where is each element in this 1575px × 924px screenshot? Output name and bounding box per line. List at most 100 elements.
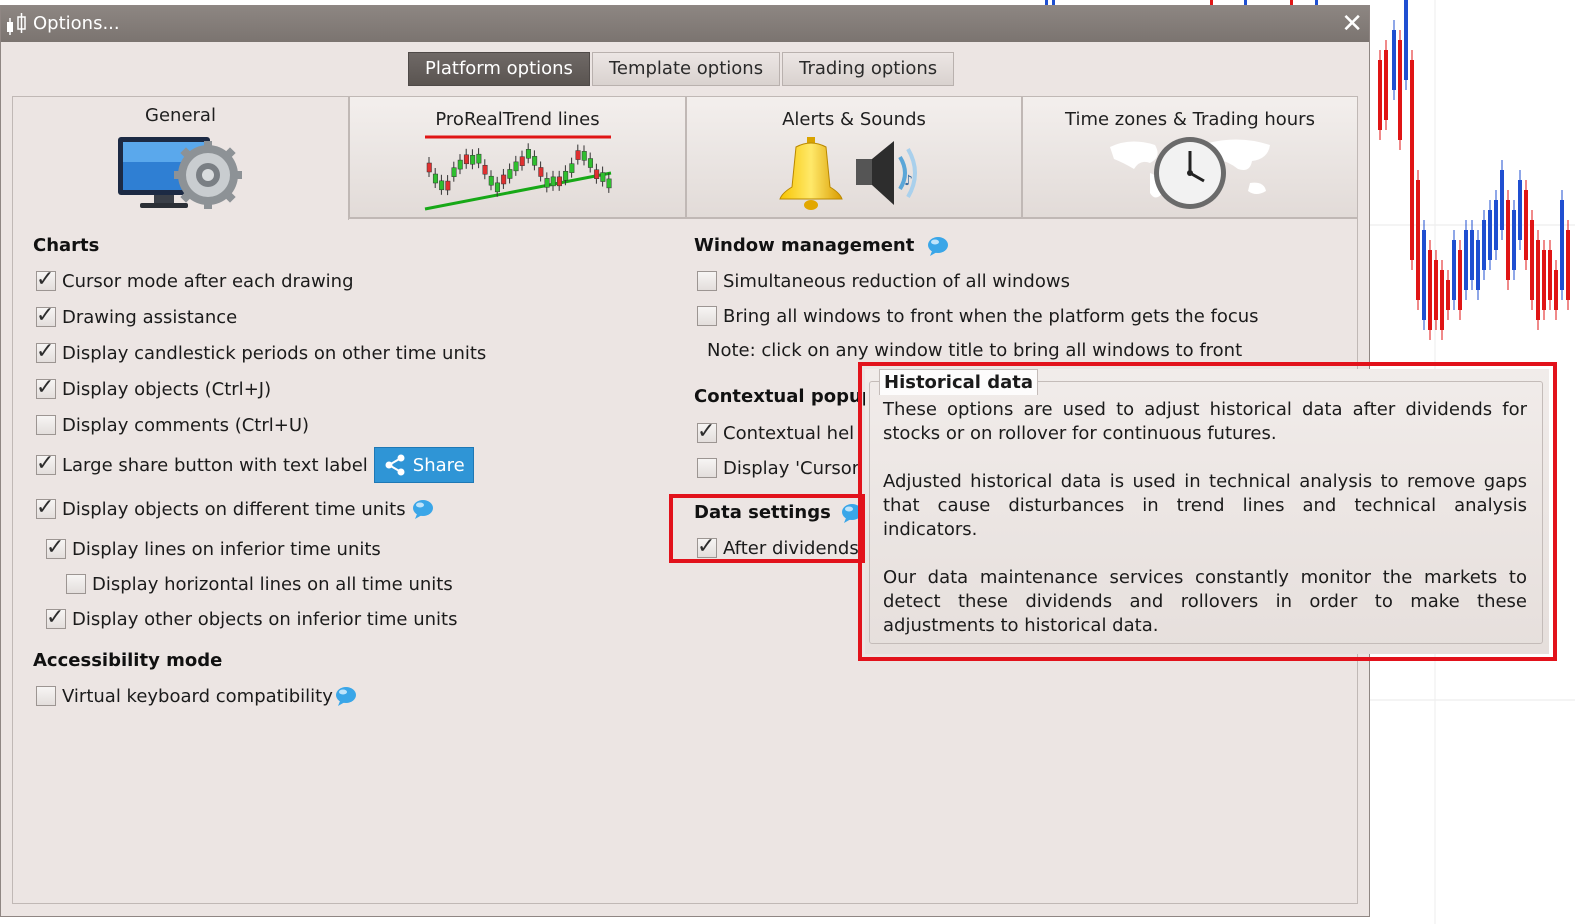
bg-candle-body <box>1482 220 1486 270</box>
tab-platform-options[interactable]: Platform options <box>408 52 590 86</box>
world-clock-icon <box>1110 137 1270 209</box>
candle-body <box>556 176 562 187</box>
bg-candle-body <box>1476 240 1480 290</box>
option-contextual-help: ✓ Contextual hel <box>697 419 855 446</box>
tab-prorealtrend-label: ProRealTrend lines <box>435 109 600 130</box>
checkbox[interactable]: ✓ <box>36 267 56 292</box>
contextual-popups-heading: Contextual popup <box>694 386 875 407</box>
candle-body <box>519 156 525 166</box>
option-label: Contextual hel <box>723 422 855 444</box>
bell-speaker-icon: ♪ <box>779 137 917 210</box>
accessibility-heading: Accessibility mode <box>33 650 223 671</box>
share-button[interactable]: Share <box>373 447 474 483</box>
candle-body <box>606 178 612 189</box>
bg-candle-body <box>1384 50 1388 120</box>
bg-candle-body <box>1512 210 1516 270</box>
option-virtual-keyboard: Virtual keyboard compatibility <box>36 683 357 709</box>
checkbox[interactable]: ✓ <box>46 605 66 630</box>
checkbox[interactable]: ✓ <box>36 495 56 520</box>
candle-body <box>451 167 457 177</box>
candle-body <box>444 180 450 191</box>
checkbox[interactable] <box>697 271 717 291</box>
tab-alerts-sounds[interactable]: Alerts & Sounds ♪ <box>686 96 1022 218</box>
candle-body <box>500 174 506 185</box>
option-label: Drawing assistance <box>62 306 238 328</box>
checkbox[interactable]: ✓ <box>46 535 66 560</box>
candle-body <box>469 154 475 165</box>
bg-candle-body <box>1488 210 1492 260</box>
option-display-objects: ✓ Display objects (Ctrl+J) <box>36 375 271 402</box>
option-cursor-mode: ✓ Cursor mode after each drawing <box>36 267 354 294</box>
check-mark-icon: ✓ <box>36 339 55 364</box>
option-simultaneous-reduction: Simultaneous reduction of all windows <box>697 268 1070 294</box>
candle-body <box>488 175 494 186</box>
bg-candle-body <box>1464 230 1468 290</box>
svg-text:♪: ♪ <box>904 173 913 189</box>
candle-body <box>525 149 531 159</box>
option-display-comments: Display comments (Ctrl+U) <box>36 412 309 438</box>
tab-general[interactable]: General <box>12 96 349 220</box>
candle-body <box>550 176 556 187</box>
checkbox[interactable]: ✓ <box>36 303 56 328</box>
tab-prorealtrend-lines[interactable]: ProRealTrend lines <box>349 96 686 218</box>
candle-body <box>506 169 512 179</box>
option-bring-windows-front: Bring all windows to front when the plat… <box>697 303 1259 329</box>
share-icon <box>385 454 405 476</box>
candle-body <box>581 151 587 161</box>
help-bubble-icon[interactable] <box>927 236 949 256</box>
check-mark-icon: ✓ <box>36 303 55 328</box>
bg-candle-body <box>1392 30 1396 90</box>
tab-time-zones[interactable]: Time zones & Trading hours <box>1022 96 1358 218</box>
checkbox[interactable] <box>66 574 86 594</box>
checkbox[interactable] <box>697 458 717 478</box>
option-label: Display candlestick periods on other tim… <box>62 342 487 364</box>
check-mark-icon: ✓ <box>36 451 55 476</box>
checkbox[interactable] <box>697 306 717 326</box>
bg-candle-body <box>1416 180 1420 300</box>
option-label: Display other objects on inferior time u… <box>72 608 458 630</box>
checkbox[interactable]: ✓ <box>36 339 56 364</box>
candle-body <box>438 180 444 191</box>
bg-candle-body <box>1542 250 1546 310</box>
title-bar[interactable]: Options... ✕ <box>1 6 1369 42</box>
bg-candle-body <box>1524 190 1528 260</box>
close-button[interactable]: ✕ <box>1341 8 1363 40</box>
window-management-note: Note: click on any window title to bring… <box>707 340 1243 361</box>
bg-candle-body <box>1458 250 1462 310</box>
candle-body <box>537 167 543 177</box>
option-large-share-button: ✓ Large share button with text label Sha… <box>36 447 474 483</box>
candle-body <box>568 163 574 173</box>
tab-trading-options[interactable]: Trading options <box>782 52 955 86</box>
bg-candle-body <box>1398 40 1402 140</box>
check-mark-icon: ✓ <box>697 419 716 444</box>
bg-candle-body <box>1500 170 1504 230</box>
option-label: Virtual keyboard compatibility <box>62 685 333 707</box>
checkbox[interactable] <box>36 686 56 706</box>
checkbox[interactable]: ✓ <box>36 375 56 400</box>
tab-template-options[interactable]: Template options <box>591 52 781 86</box>
bg-candle-body <box>1494 200 1498 250</box>
candle-body <box>531 156 537 166</box>
check-mark-icon: ✓ <box>46 535 65 560</box>
window-title: Options... <box>33 13 120 34</box>
help-bubble-icon[interactable] <box>335 686 357 706</box>
bg-candle-body <box>1434 260 1438 320</box>
checkbox[interactable]: ✓ <box>36 451 56 476</box>
option-label: Large share button with text label <box>62 454 368 476</box>
candle-body <box>432 173 438 184</box>
option-drawing-assistance: ✓ Drawing assistance <box>36 303 238 330</box>
checkbox[interactable] <box>36 415 56 435</box>
charts-heading: Charts <box>33 235 100 256</box>
bg-candle-body <box>1410 60 1414 260</box>
candle-body <box>575 150 581 160</box>
option-label: Display lines on inferior time units <box>72 538 381 560</box>
bg-candle-body <box>1548 250 1552 300</box>
support-line <box>424 171 611 211</box>
checkbox[interactable]: ✓ <box>697 419 717 444</box>
window-management-title: Window management <box>694 235 915 256</box>
bg-candle-body <box>1560 200 1564 290</box>
bg-candle-body <box>1566 230 1570 300</box>
option-horizontal-lines: Display horizontal lines on all time uni… <box>66 571 453 597</box>
help-bubble-icon[interactable] <box>412 499 434 519</box>
bg-candle-body <box>1452 240 1456 300</box>
